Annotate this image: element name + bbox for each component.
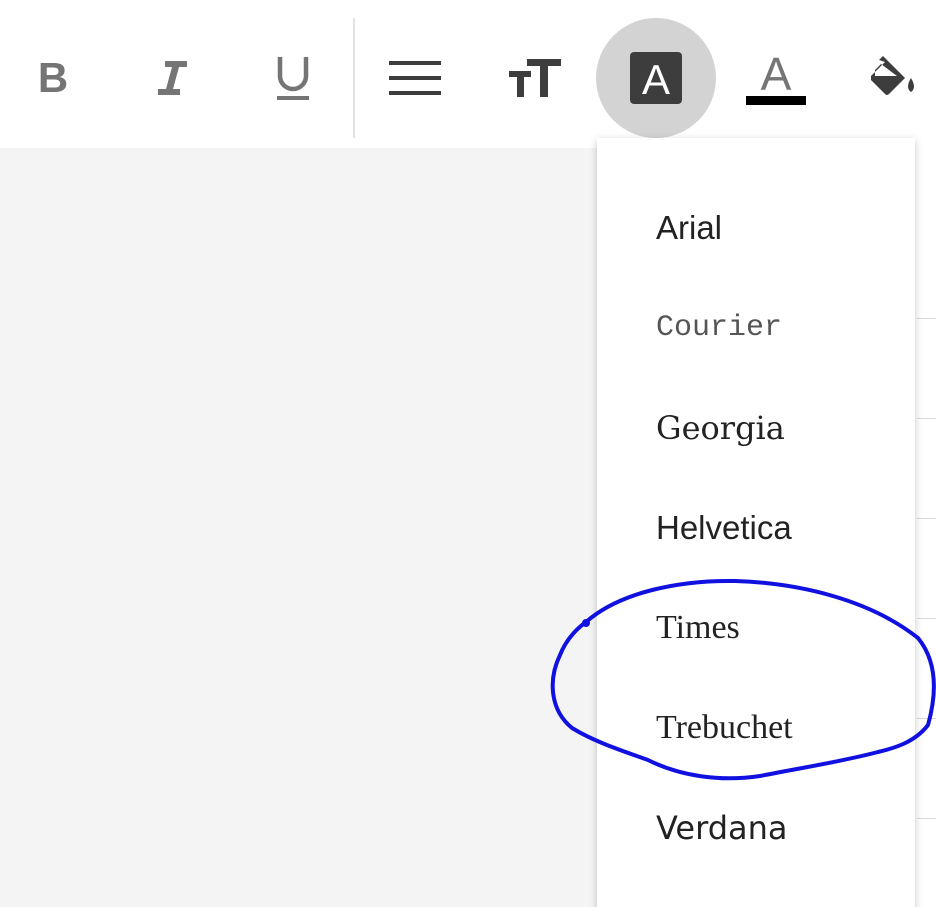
doc-line	[917, 418, 936, 419]
text-size-icon	[509, 59, 561, 97]
font-option-courier[interactable]: Courier	[597, 278, 915, 378]
doc-line	[917, 518, 936, 519]
svg-text:A: A	[642, 56, 670, 103]
underline-icon	[277, 57, 309, 100]
font-option-arial[interactable]: Arial	[597, 178, 915, 278]
svg-text:A: A	[761, 50, 792, 100]
editor-screen: B A A Arial Courier Georgia Helvetica Ti…	[0, 0, 936, 907]
font-option-trebuchet[interactable]: Trebuchet	[597, 678, 915, 778]
doc-line	[917, 618, 936, 619]
text-color-icon: A	[746, 50, 806, 105]
underline-button[interactable]	[233, 18, 353, 138]
font-family-button[interactable]: A	[596, 18, 716, 138]
italic-button[interactable]	[113, 18, 233, 138]
fill-color-button[interactable]	[836, 18, 936, 138]
font-family-icon: A	[630, 52, 682, 104]
font-option-times[interactable]: Times	[597, 578, 915, 678]
doc-line	[917, 818, 936, 819]
svg-text:B: B	[38, 57, 68, 99]
text-color-button[interactable]: A	[716, 18, 836, 138]
font-option-georgia[interactable]: Georgia	[597, 378, 915, 478]
doc-line	[917, 318, 936, 319]
doc-line	[917, 718, 936, 719]
align-justify-icon	[389, 61, 441, 95]
bold-button[interactable]: B	[0, 18, 113, 138]
font-size-button[interactable]	[475, 18, 595, 138]
bold-icon: B	[38, 57, 68, 99]
formatting-toolbar: B A A	[0, 0, 936, 148]
paint-bucket-icon	[871, 56, 914, 95]
font-family-menu: Arial Courier Georgia Helvetica Times Tr…	[597, 138, 915, 907]
align-button[interactable]	[355, 18, 475, 138]
font-option-verdana[interactable]: Verdana	[597, 778, 915, 878]
italic-icon	[158, 61, 187, 95]
font-option-helvetica[interactable]: Helvetica	[597, 478, 915, 578]
document-preview-edge	[912, 148, 936, 907]
